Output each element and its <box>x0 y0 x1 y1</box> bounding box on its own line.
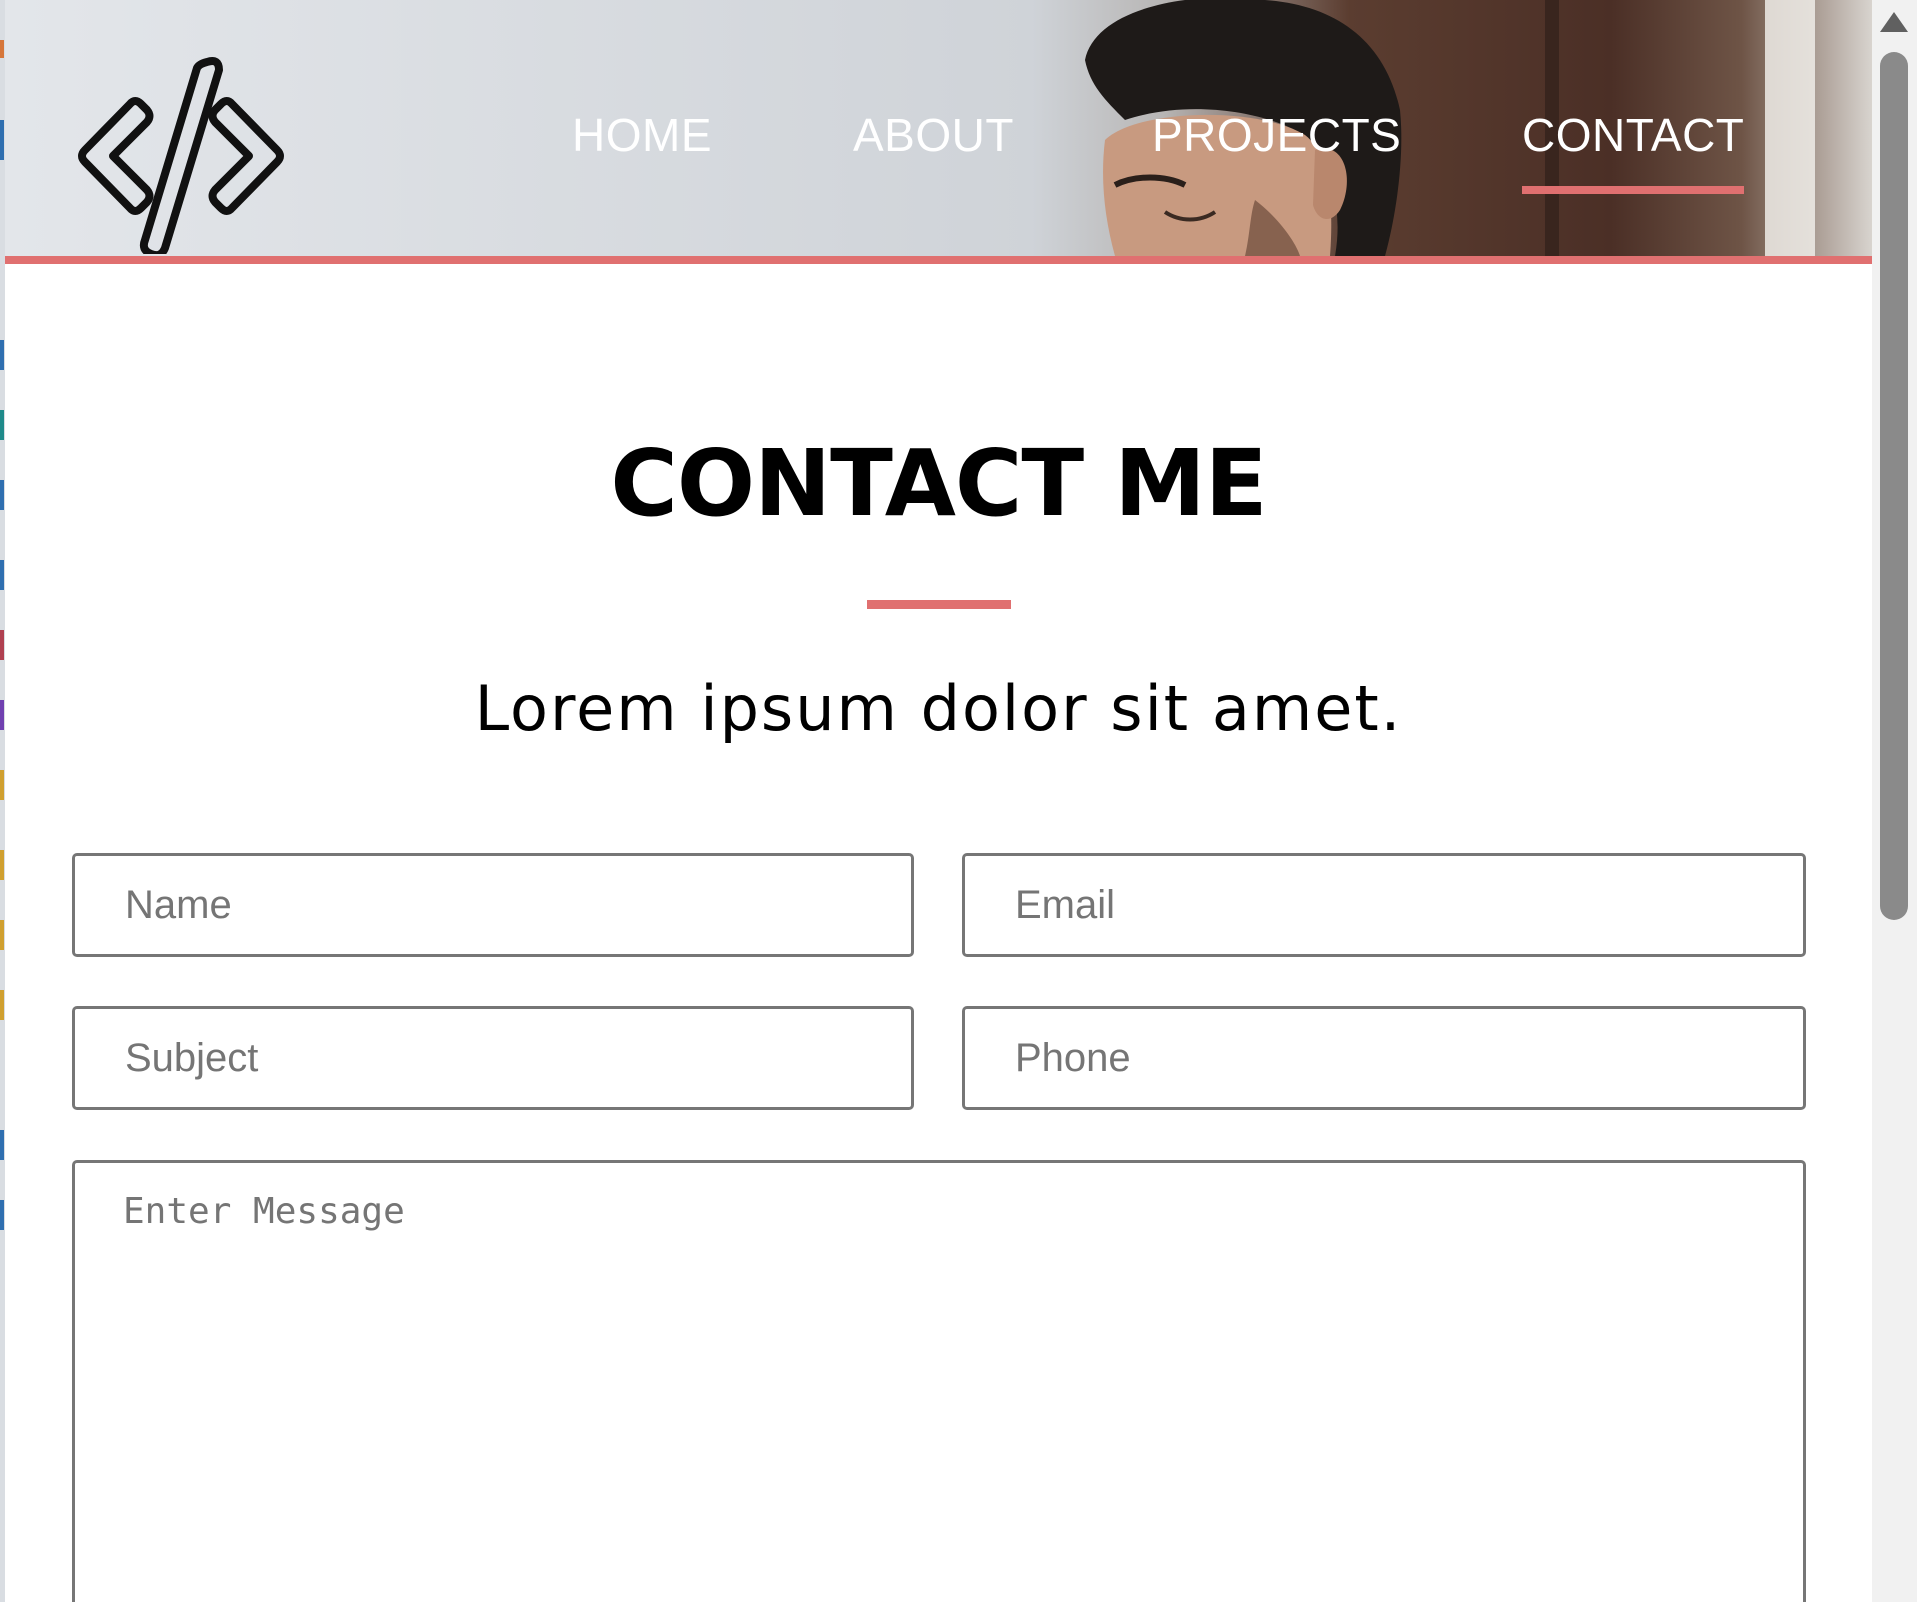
message-textarea[interactable] <box>72 1160 1806 1602</box>
nav-item-about[interactable]: ABOUT <box>853 108 1014 162</box>
nav-item-projects[interactable]: PROJECTS <box>1152 108 1401 162</box>
title-underline <box>867 600 1011 609</box>
email-input[interactable] <box>962 853 1806 957</box>
subject-input[interactable] <box>72 1006 914 1110</box>
nav-item-home[interactable]: HOME <box>572 108 712 162</box>
name-input[interactable] <box>72 853 914 957</box>
contact-subtitle: Lorem ipsum dolor sit amet. <box>474 672 1403 745</box>
page: HOME ABOUT PROJECTS CONTACT CONTACT ME L… <box>0 0 1917 1602</box>
scroll-up-arrow-icon[interactable] <box>1880 12 1908 32</box>
phone-input[interactable] <box>962 1006 1806 1110</box>
vertical-scrollbar[interactable] <box>1872 0 1917 1602</box>
site-header: HOME ABOUT PROJECTS CONTACT <box>5 0 1872 256</box>
scrollbar-thumb[interactable] <box>1880 52 1908 920</box>
page-title: CONTACT ME <box>610 430 1267 537</box>
nav-item-contact[interactable]: CONTACT <box>1522 108 1745 194</box>
main-navigation: HOME ABOUT PROJECTS CONTACT <box>5 108 1872 198</box>
header-bottom-rule <box>5 256 1872 264</box>
